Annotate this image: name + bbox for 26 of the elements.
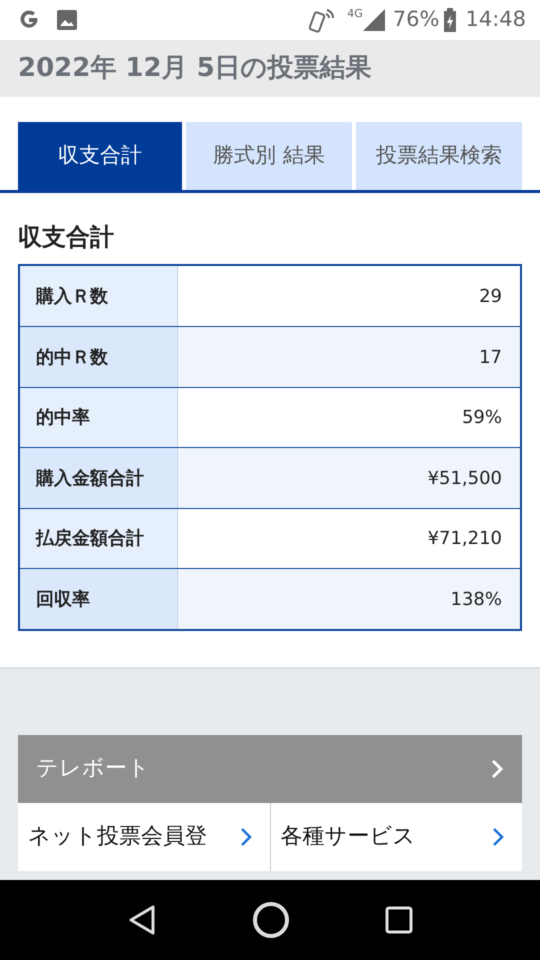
row-value: 17	[178, 327, 520, 387]
chevron-icon	[490, 758, 504, 780]
battery-charging-icon	[443, 8, 458, 32]
network-label: 4G	[347, 6, 363, 22]
page-title: 2022年 12月 5日の投票結果	[18, 52, 372, 85]
row-label: 的中Ｒ数	[20, 327, 178, 387]
chevron-icon	[492, 826, 504, 847]
section-title: 収支合計	[17, 222, 115, 253]
row-label: 購入Ｒ数	[20, 266, 178, 326]
tab[interactable]: 投票結果検索	[356, 122, 522, 190]
image-icon	[56, 9, 78, 31]
row-label: 払戻金額合計	[20, 508, 178, 568]
signal-icon	[362, 9, 385, 31]
clock-time: 14:48	[465, 6, 526, 34]
home-icon[interactable]	[252, 901, 290, 939]
row-value: 138%	[178, 569, 520, 629]
row-label: 回収率	[20, 569, 178, 629]
row-label: 購入金額合計	[20, 448, 178, 508]
chevron-icon	[240, 826, 252, 847]
recents-icon[interactable]	[384, 906, 413, 934]
tab[interactable]: 収支合計	[18, 122, 182, 190]
row-value: ¥51,500	[178, 448, 520, 508]
row-label: 的中率	[20, 388, 178, 448]
tab[interactable]: 勝式別 結果	[186, 122, 352, 190]
battery-percent: 76%	[392, 6, 440, 34]
back-icon[interactable]	[127, 904, 158, 936]
